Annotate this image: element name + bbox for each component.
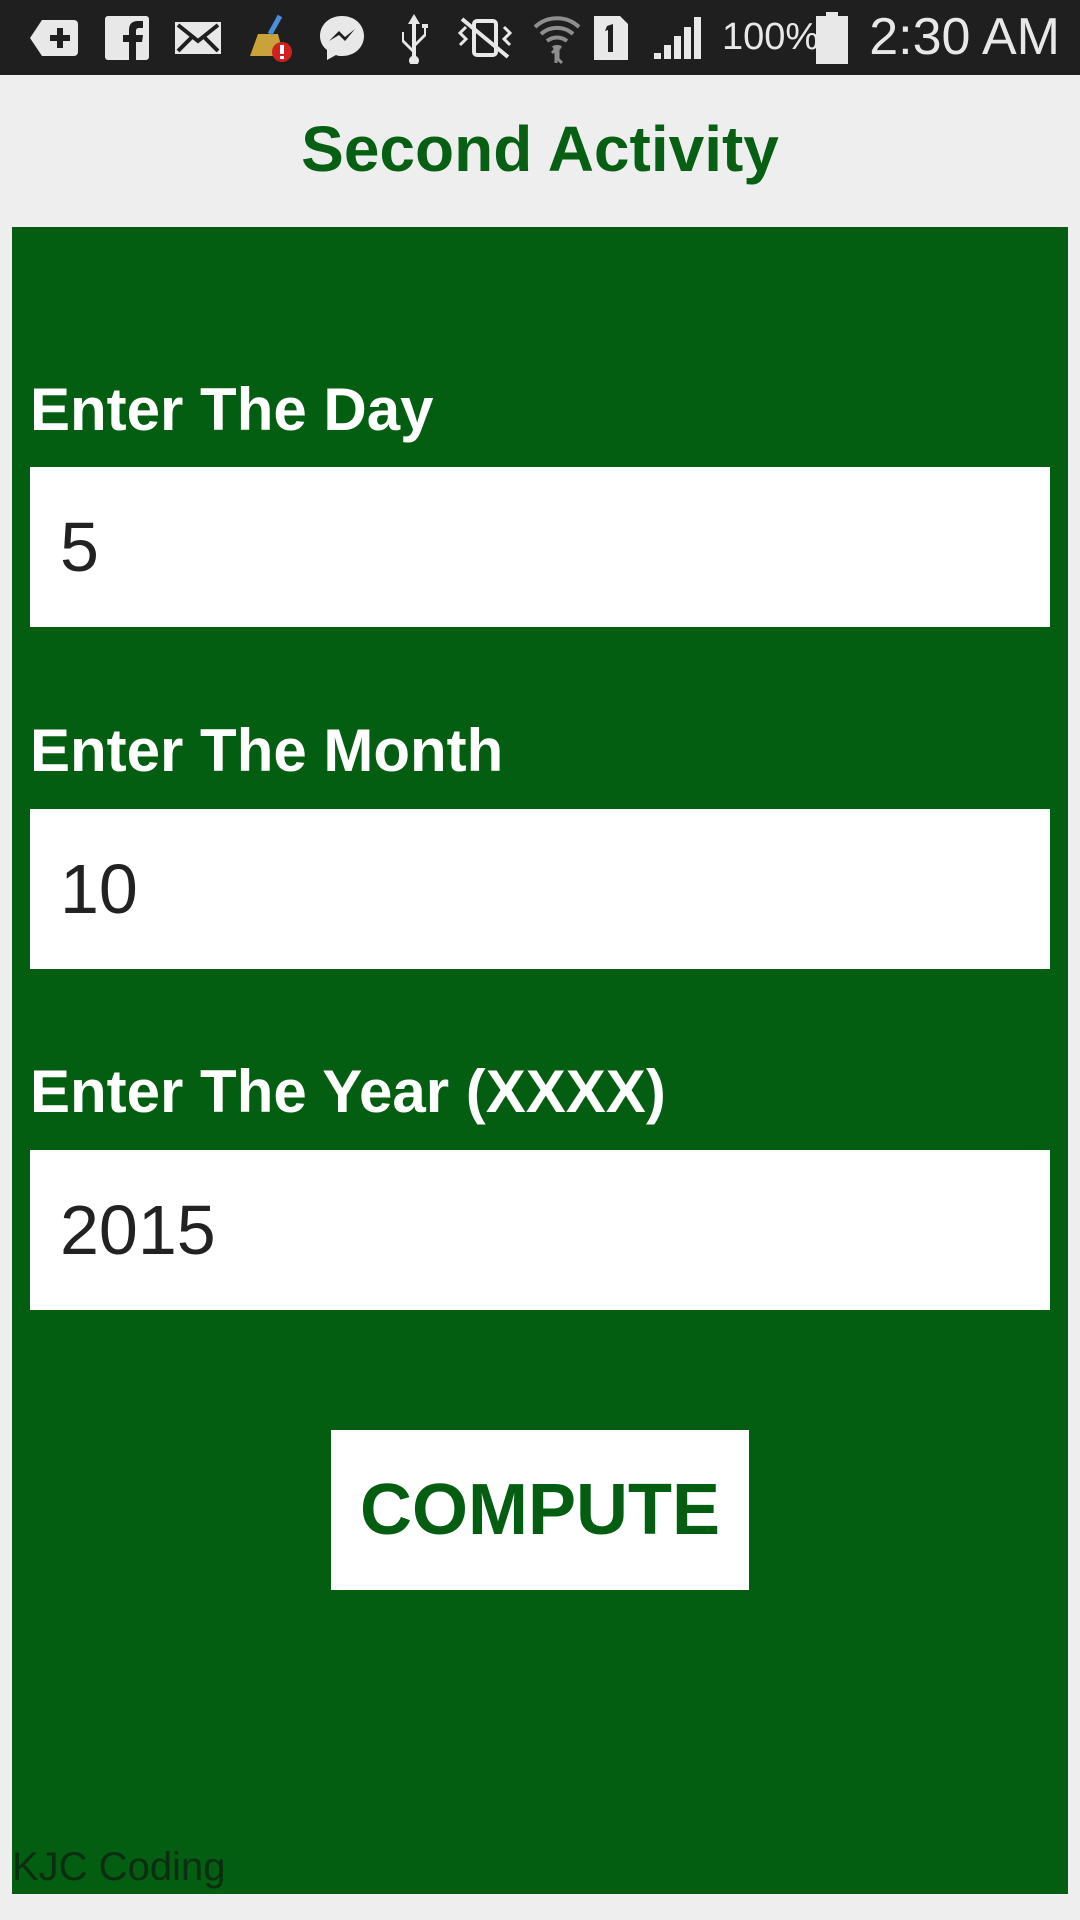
add-box-icon [26, 0, 82, 75]
wifi-icon [532, 0, 582, 75]
footer-credit: KJC Coding [12, 1845, 226, 1889]
status-bar: 100% 2:30 AM [0, 0, 1080, 75]
messenger-icon [316, 0, 368, 75]
status-clock: 2:30 AM [869, 8, 1060, 66]
month-input[interactable] [30, 809, 1050, 969]
usb-icon [394, 0, 434, 75]
page-title: Second Activity [301, 113, 779, 185]
battery-icon [814, 0, 850, 75]
cleaner-icon [244, 0, 294, 75]
year-label: Enter The Year (XXXX) [30, 1058, 666, 1125]
battery-percent: 100% [722, 16, 820, 58]
sim-1-icon [590, 0, 632, 75]
year-input[interactable] [30, 1150, 1050, 1310]
form-panel: Enter The Day Enter The Month Enter The … [12, 227, 1068, 1894]
compute-button[interactable]: COMPUTE [331, 1430, 749, 1590]
mail-icon [172, 0, 224, 75]
day-label: Enter The Day [30, 376, 434, 443]
vibrate-icon [450, 0, 520, 75]
signal-icon [650, 0, 706, 75]
day-input[interactable] [30, 467, 1050, 627]
month-label: Enter The Month [30, 717, 504, 784]
facebook-icon [102, 0, 152, 75]
